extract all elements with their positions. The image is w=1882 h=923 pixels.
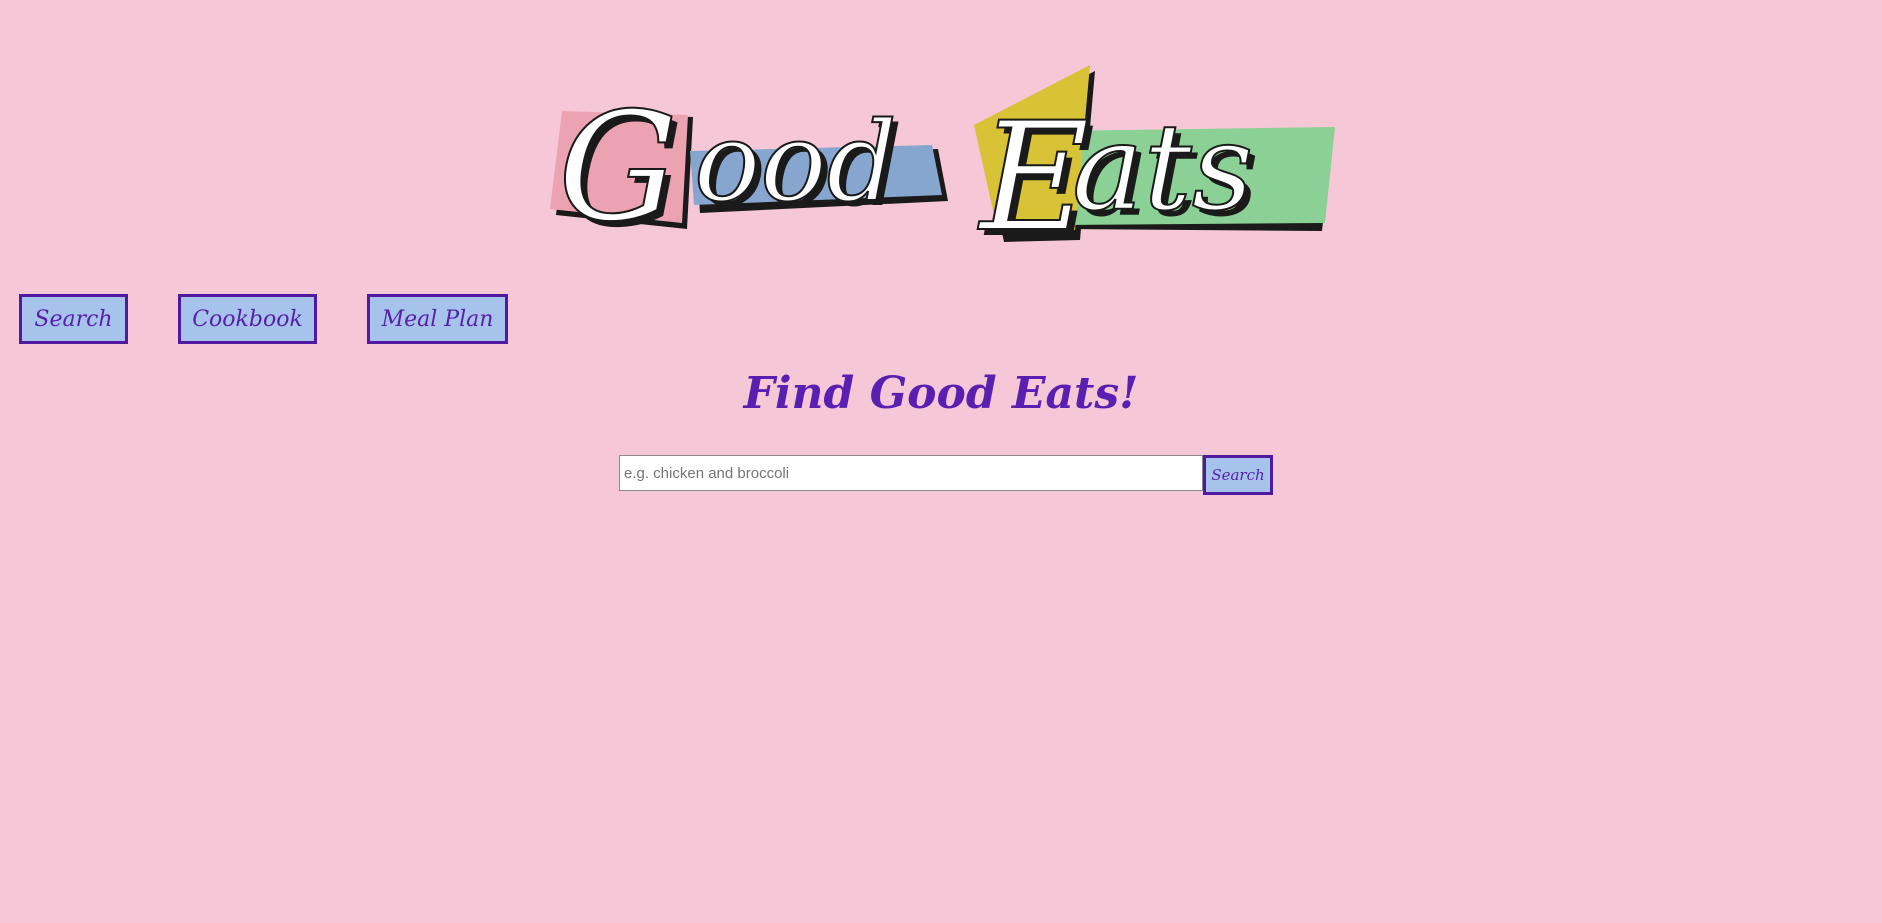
search-submit-button[interactable]: Search [1203,455,1273,495]
nav-meal-plan-button[interactable]: Meal Plan [367,294,508,344]
logo-letters-ood: ood [694,98,897,226]
page-title: Find Good Eats! [743,368,1139,419]
logo-letter-g: G [558,81,678,245]
app-root: G G ood ood E E ats ats Search Cookbook … [0,0,1882,923]
logo-graphic: G G ood ood E E ats ats [550,65,1335,245]
nav-cookbook-button[interactable]: Cookbook [178,294,317,344]
logo-letters-ats: ats [1072,99,1253,238]
nav-search-button[interactable]: Search [19,294,128,344]
recipe-search-input[interactable] [619,455,1203,491]
good-eats-logo: G G ood ood E E ats ats [550,55,1340,245]
